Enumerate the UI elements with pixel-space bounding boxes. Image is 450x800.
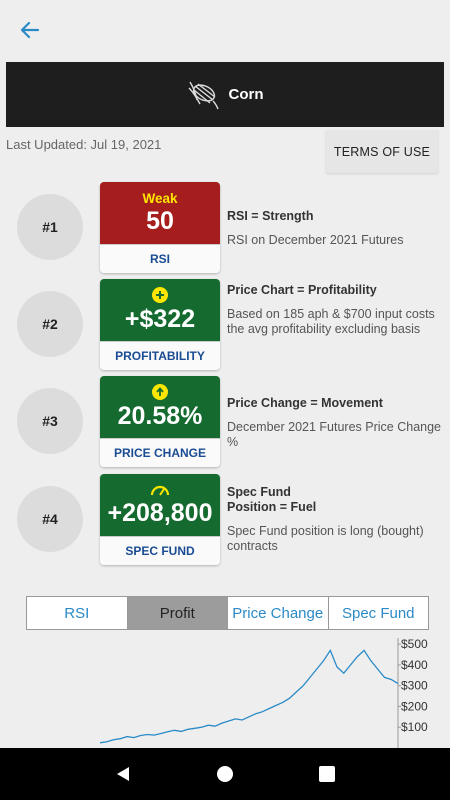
spec-fund-label: SPEC FUND [100, 536, 220, 565]
corn-icon [188, 81, 219, 109]
rsi-desc-text: RSI on December 2021 Futures [227, 233, 404, 247]
profitability-value: +$322 [124, 305, 196, 333]
arrow-left-icon [20, 21, 40, 39]
y-tick-label: $300 [401, 679, 428, 693]
tab-spec-fund[interactable]: Spec Fund [329, 597, 429, 629]
nav-home-button[interactable] [205, 754, 245, 794]
square-recents-icon [319, 766, 335, 782]
spec-fund-desc-title: Spec Fund Position = Fuel [227, 485, 317, 514]
rsi-status: Weak [142, 191, 178, 206]
app-bar [0, 0, 450, 58]
spec-fund-desc-text: Spec Fund position is long (bought) cont… [227, 524, 424, 553]
metric-row-rsi: #1 Weak 50 RSI RSI = Strength RSI on Dec… [0, 182, 450, 274]
profitability-label: PROFITABILITY [100, 341, 220, 370]
last-updated-text: Last Updated: Jul 19, 2021 [6, 137, 162, 152]
y-tick-label: $100 [401, 720, 428, 734]
y-tick-label: $400 [401, 658, 428, 672]
price-chart: $500 $400 $300 $200 $100 [0, 637, 450, 748]
nav-recents-button[interactable] [307, 754, 347, 794]
spec-fund-description: Spec Fund Position = Fuel Spec Fund posi… [227, 485, 445, 554]
rsi-label: RSI [100, 244, 220, 273]
price-change-desc-text: December 2021 Futures Price Change % [227, 420, 442, 449]
gauge-icon [150, 485, 170, 496]
triangle-back-icon [117, 767, 129, 781]
rank-badge: #4 [17, 486, 83, 552]
plus-icon [152, 287, 168, 303]
rank-badge: #2 [17, 291, 83, 357]
profitability-desc-title: Price Chart = Profitability [227, 283, 377, 297]
rank-badge: #3 [17, 388, 83, 454]
rsi-desc-title: RSI = Strength [227, 209, 314, 223]
metric-row-spec-fund: #4 +208,800 SPEC FUND Spec Fund Position… [0, 474, 450, 566]
terms-of-use-button[interactable]: TERMS OF USE [326, 130, 438, 173]
y-tick-label: $200 [401, 699, 428, 713]
profitability-desc-text: Based on 185 aph & $700 input costs the … [227, 307, 435, 336]
metric-row-profitability: #2 +$322 PROFITABILITY Price Chart = Pro… [0, 279, 450, 371]
rsi-card[interactable]: Weak 50 RSI [100, 182, 220, 273]
metric-row-price-change: #3 20.58% PRICE CHANGE Price Change = Mo… [0, 376, 450, 468]
back-button[interactable] [14, 14, 46, 46]
rsi-value: 50 [146, 207, 174, 235]
price-change-desc-title: Price Change = Movement [227, 396, 383, 410]
price-chart-svg: $500 $400 $300 $200 $100 [99, 637, 428, 748]
price-change-description: Price Change = Movement December 2021 Fu… [227, 396, 445, 450]
profitability-description: Price Chart = Profitability Based on 185… [227, 283, 445, 337]
system-nav-bar [0, 748, 450, 800]
profit-series-line [99, 649, 399, 744]
circle-home-icon [217, 766, 233, 782]
chart-tabs: RSI Profit Price Change Spec Fund [26, 596, 429, 630]
commodity-header: Corn [6, 62, 444, 127]
nav-back-button[interactable] [103, 754, 143, 794]
spec-fund-card[interactable]: +208,800 SPEC FUND [100, 474, 220, 565]
y-tick-label: $500 [401, 638, 428, 651]
spec-fund-value: +208,800 [107, 499, 213, 527]
tab-profit[interactable]: Profit [127, 597, 228, 629]
rank-badge: #1 [17, 194, 83, 260]
arrow-up-icon [152, 384, 168, 400]
rsi-description: RSI = Strength RSI on December 2021 Futu… [227, 209, 445, 248]
price-change-label: PRICE CHANGE [100, 438, 220, 467]
tab-rsi[interactable]: RSI [27, 597, 128, 629]
price-change-card[interactable]: 20.58% PRICE CHANGE [100, 376, 220, 467]
profitability-card[interactable]: +$322 PROFITABILITY [100, 279, 220, 370]
tab-price-change[interactable]: Price Change [228, 597, 329, 629]
price-change-value: 20.58% [117, 402, 203, 430]
commodity-title: Corn [228, 86, 264, 103]
